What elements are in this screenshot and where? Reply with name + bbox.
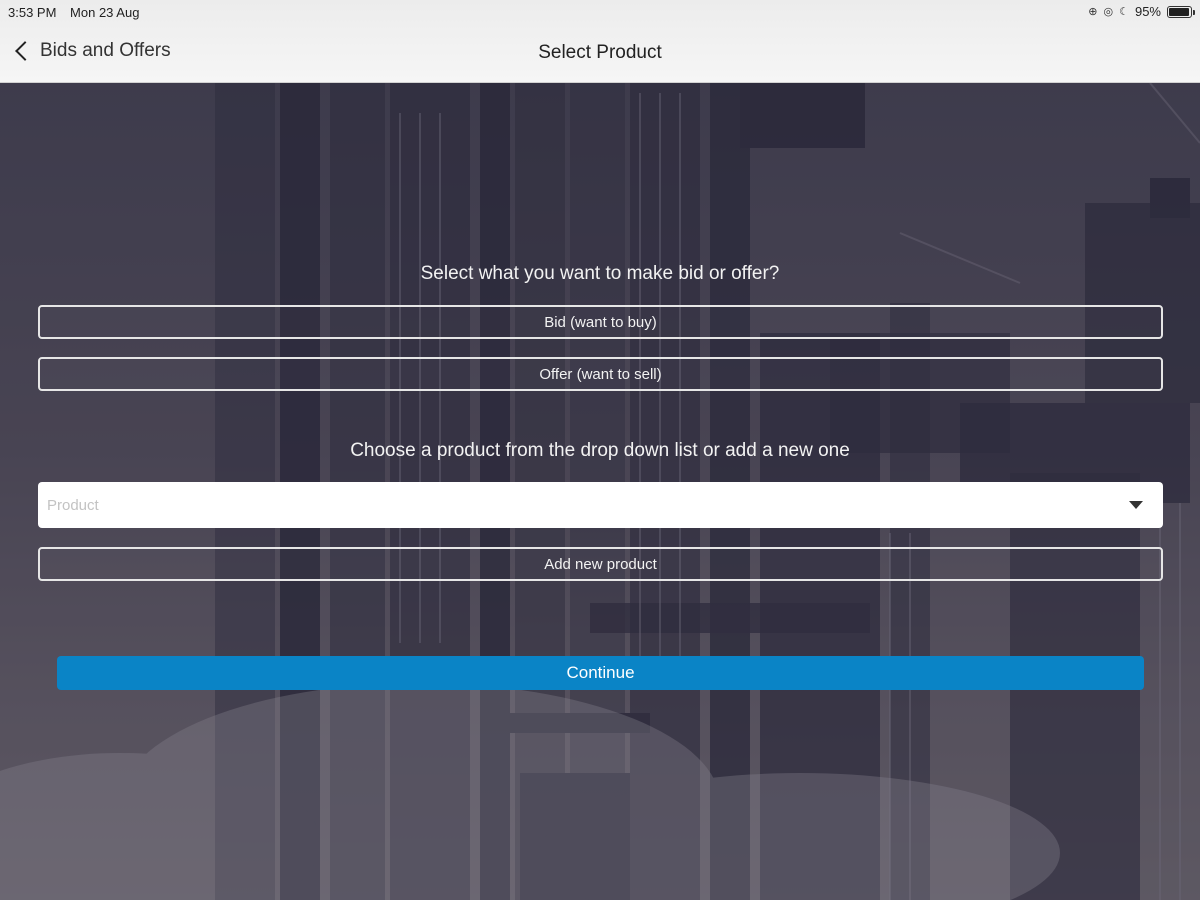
offer-button-label: Offer (want to sell) [539,365,662,383]
battery-icon [1167,5,1195,18]
continue-button-label: Continue [566,663,635,682]
page-title: Select Product [538,42,662,63]
select-product-screen: 3:53 PM Mon 23 Aug ⊕ ◎ ☾ 95% Bids and Of… [0,0,1200,900]
moon-icon: ☾ [1119,6,1129,18]
bid-button[interactable]: Bid (want to buy) [38,305,1163,339]
status-bar-left: 3:53 PM Mon 23 Aug [8,5,149,20]
product-dropdown[interactable]: Product [38,482,1163,528]
battery-percent: 95% [1134,4,1161,19]
continue-button[interactable]: Continue [57,656,1144,690]
navigation-header: 3:53 PM Mon 23 Aug ⊕ ◎ ☾ 95% Bids and Of… [0,0,1200,83]
caret-down-icon [1129,501,1143,509]
location-icon: ◎ [1103,6,1114,18]
bid-button-label: Bid (want to buy) [544,313,657,331]
status-bar-right: ⊕ ◎ ☾ 95% [1088,4,1195,19]
status-date: Mon 23 Aug [70,5,140,20]
form-content: Select what you want to make bid or offe… [0,0,1200,900]
add-new-product-button[interactable]: Add new product [38,547,1163,581]
product-placeholder: Product [47,496,99,514]
status-time: 3:53 PM [8,5,57,20]
type-prompt: Select what you want to make bid or offe… [420,263,780,284]
battery-level [1169,7,1189,16]
add-new-product-label: Add new product [544,555,657,573]
link-icon: ⊕ [1088,6,1098,18]
product-prompt: Choose a product from the drop down list… [350,440,850,461]
offer-button[interactable]: Offer (want to sell) [38,357,1163,391]
